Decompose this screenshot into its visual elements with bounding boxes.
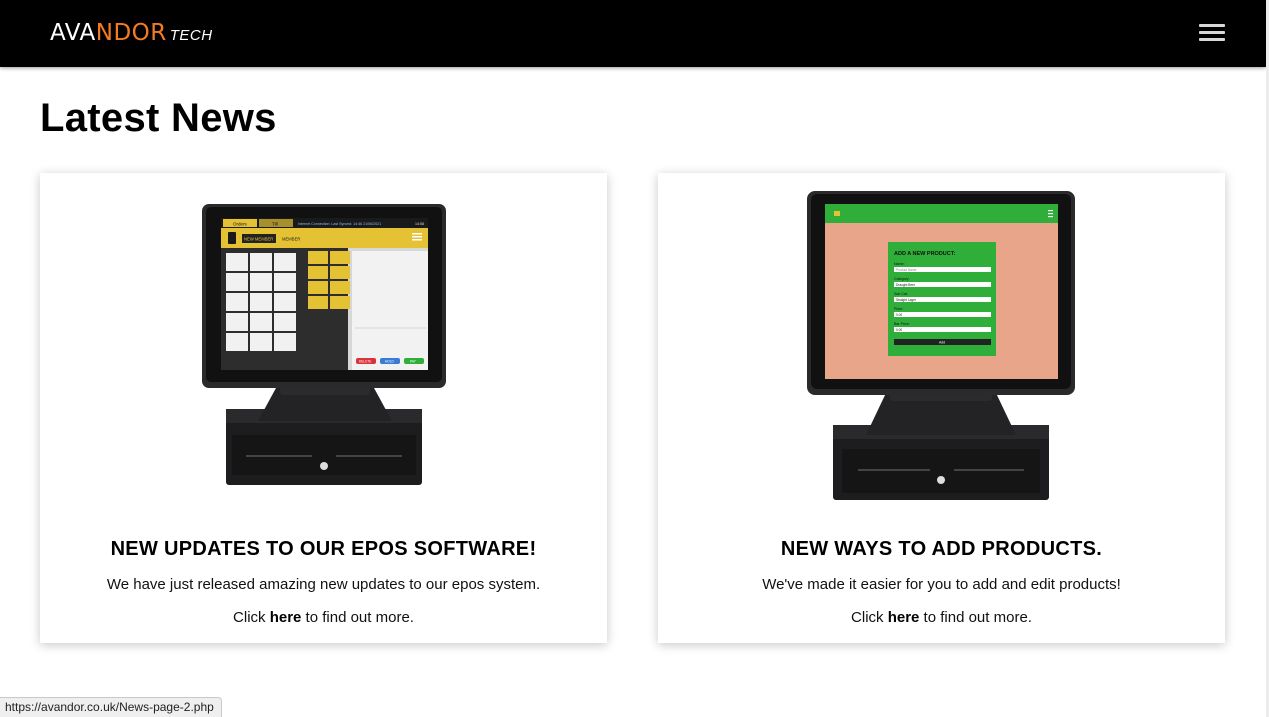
news-card-more: Click here to find out more. [40, 609, 607, 626]
form-value-subcat: Straight Lager [896, 298, 917, 302]
avandor-tech-logo[interactable]: AVA NDOR TECH [50, 20, 213, 46]
screen-delete: DELETE [359, 360, 371, 364]
logo-ndor-text: NDOR [95, 20, 167, 46]
screen-time: 14:58 [415, 222, 424, 226]
screen-tab-orders: Orders [233, 222, 248, 227]
news-card-title: NEW WAYS TO ADD PRODUCTS. [780, 538, 1103, 560]
more-prefix: Click [851, 609, 888, 626]
more-suffix: to find out more. [919, 609, 1032, 626]
form-label-category: Category: [894, 277, 910, 281]
screen-tab-till: Till [272, 222, 278, 227]
hamburger-menu-icon[interactable] [1199, 24, 1226, 42]
screen-new-member: NEW MEMBER [244, 237, 273, 242]
status-bar-url: https://avandor.co.uk/News-page-2.php [0, 697, 222, 717]
more-prefix: Click [233, 609, 270, 626]
form-value-name: Product Name [896, 268, 917, 272]
read-more-link[interactable]: here [270, 609, 302, 626]
screen-sync-status: Internet Connection: Last Synced: 14:46 … [298, 222, 381, 226]
screen-member: MEMBER [282, 237, 300, 242]
news-card: Orders Till Internet Connection: Last Sy… [40, 173, 607, 643]
form-label-subcat: Sub Cat: [894, 292, 908, 296]
read-more-link[interactable]: here [888, 609, 920, 626]
epos-terminal-image: ADD A NEW PRODUCT: Name: Product Name Ca… [807, 191, 1075, 500]
screen-hold: HOLD [385, 360, 395, 364]
news-card-description: We have just released amazing new update… [106, 576, 541, 593]
news-card-description: We've made it easier for you to add and … [762, 576, 1121, 593]
form-value-barprice: 0.00 [896, 328, 902, 332]
news-card-more: Click here to find out more. [658, 609, 1225, 626]
form-label-name: Name: [894, 262, 905, 266]
screen-pay: PAY [410, 360, 417, 364]
news-card: ADD A NEW PRODUCT: Name: Product Name Ca… [658, 173, 1225, 643]
top-navbar: AVA NDOR TECH [0, 0, 1266, 67]
news-card-title: NEW UPDATES TO OUR EPOS SOFTWARE! [110, 538, 537, 560]
more-suffix: to find out more. [301, 609, 414, 626]
form-submit: Add [939, 341, 945, 345]
form-title: ADD A NEW PRODUCT: [894, 251, 955, 257]
form-label-price: Price: [894, 307, 903, 311]
form-value-price: 0.00 [896, 313, 902, 317]
logo-tech-text: TECH [169, 27, 213, 44]
logo-ava-text: AVA [50, 20, 96, 46]
page-title: Latest News [40, 96, 277, 140]
form-value-category: Draught Beer [896, 283, 916, 287]
epos-terminal-image: Orders Till Internet Connection: Last Sy… [202, 204, 446, 485]
form-label-barprice: Bar Price: [894, 322, 910, 326]
